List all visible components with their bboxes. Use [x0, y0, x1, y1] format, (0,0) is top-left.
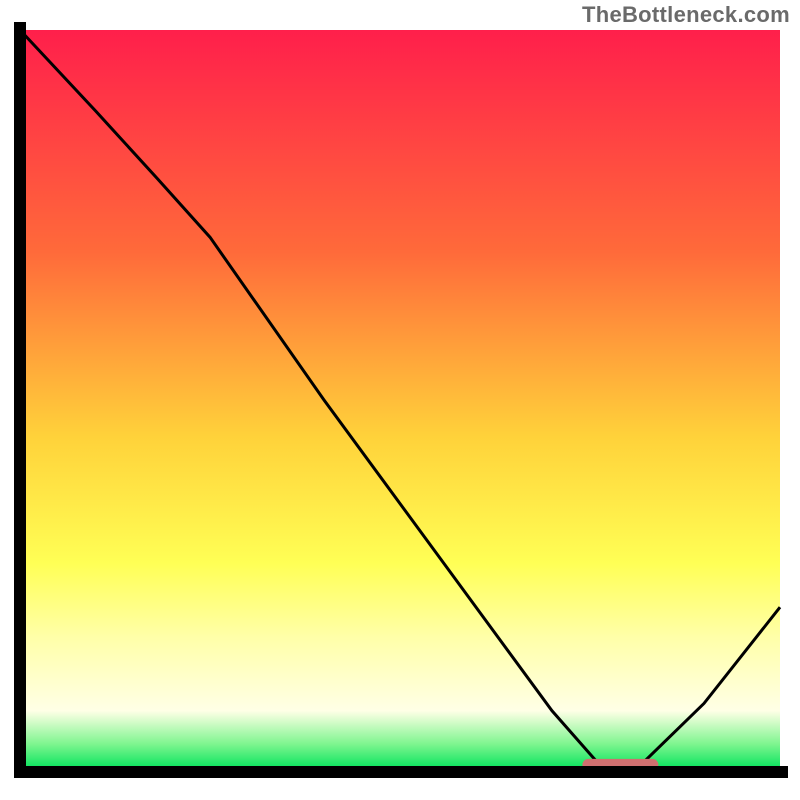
- bottleneck-chart: [0, 0, 800, 800]
- chart-stage: TheBottleneck.com: [0, 0, 800, 800]
- plot-background: [20, 30, 780, 770]
